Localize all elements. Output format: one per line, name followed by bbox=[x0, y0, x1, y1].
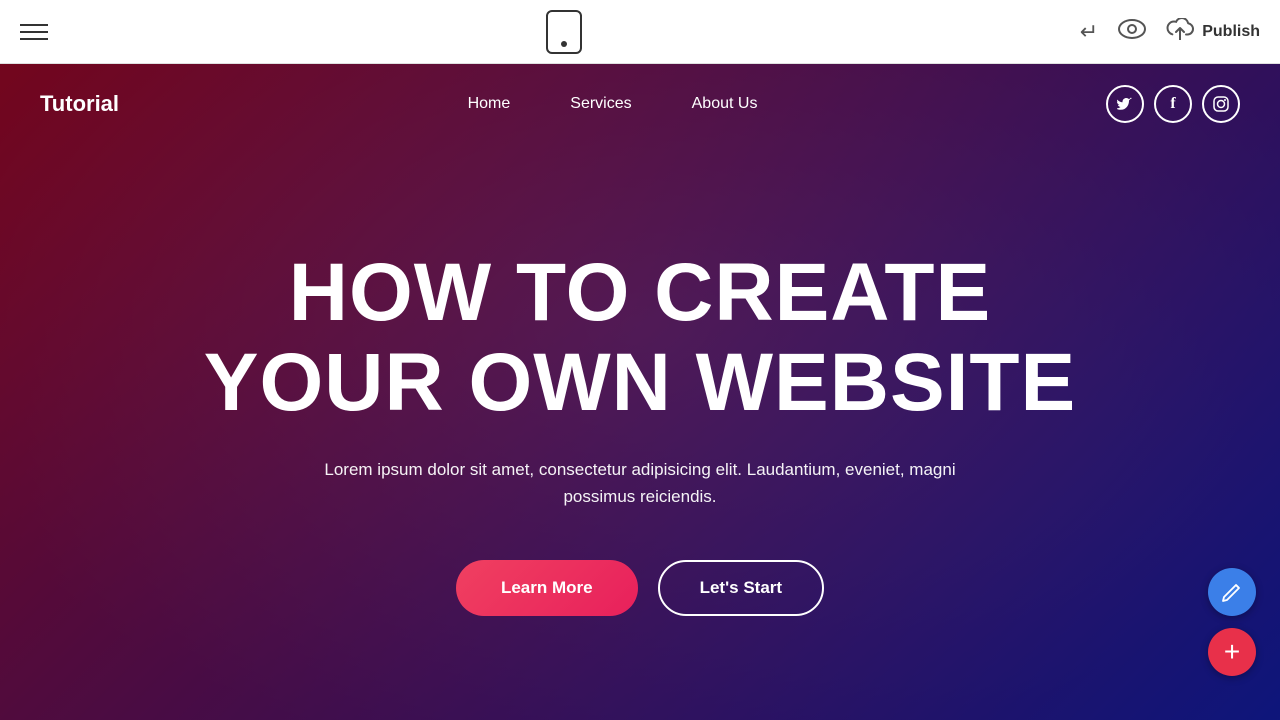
plus-icon: + bbox=[1224, 638, 1240, 666]
hero-buttons: Learn More Let's Start bbox=[456, 560, 824, 616]
nav-link-home[interactable]: Home bbox=[468, 95, 511, 113]
site-navbar: Tutorial Home Services About Us f bbox=[0, 64, 1280, 144]
toolbar-left bbox=[20, 24, 48, 40]
hero-title-line2: YOUR OWN WEBSITE bbox=[204, 337, 1076, 428]
social-facebook-button[interactable]: f bbox=[1154, 85, 1192, 123]
add-fab-button[interactable]: + bbox=[1208, 628, 1256, 676]
nav-link-about[interactable]: About Us bbox=[692, 95, 758, 113]
hero-title-line1: HOW TO CREATE bbox=[289, 247, 991, 338]
toolbar-right: ↵ Publish bbox=[1080, 18, 1260, 46]
cloud-upload-icon bbox=[1166, 18, 1194, 46]
social-instagram-button[interactable] bbox=[1202, 85, 1240, 123]
preview-eye-icon[interactable] bbox=[1118, 19, 1146, 45]
toolbar: ↵ Publish bbox=[0, 0, 1280, 64]
mobile-preview-icon[interactable] bbox=[546, 10, 582, 54]
learn-more-button[interactable]: Learn More bbox=[456, 560, 638, 616]
site-logo: Tutorial bbox=[40, 91, 119, 117]
site-nav-social: f bbox=[1106, 85, 1240, 123]
social-twitter-button[interactable] bbox=[1106, 85, 1144, 123]
toolbar-center bbox=[546, 10, 582, 54]
lets-start-button[interactable]: Let's Start bbox=[658, 560, 824, 616]
hero-section: Tutorial Home Services About Us f bbox=[0, 64, 1280, 720]
publish-label: Publish bbox=[1202, 23, 1260, 41]
edit-fab-button[interactable] bbox=[1208, 568, 1256, 616]
hero-subtitle: Lorem ipsum dolor sit amet, consectetur … bbox=[290, 456, 990, 510]
hero-title: HOW TO CREATE YOUR OWN WEBSITE bbox=[204, 248, 1076, 428]
site-nav-links: Home Services About Us bbox=[468, 95, 758, 113]
nav-link-services[interactable]: Services bbox=[570, 95, 631, 113]
hamburger-menu-button[interactable] bbox=[20, 24, 48, 40]
preview-area: Tutorial Home Services About Us f bbox=[0, 64, 1280, 720]
hero-content: HOW TO CREATE YOUR OWN WEBSITE Lorem ips… bbox=[0, 144, 1280, 720]
undo-icon[interactable]: ↵ bbox=[1080, 19, 1098, 45]
publish-button[interactable]: Publish bbox=[1166, 18, 1260, 46]
